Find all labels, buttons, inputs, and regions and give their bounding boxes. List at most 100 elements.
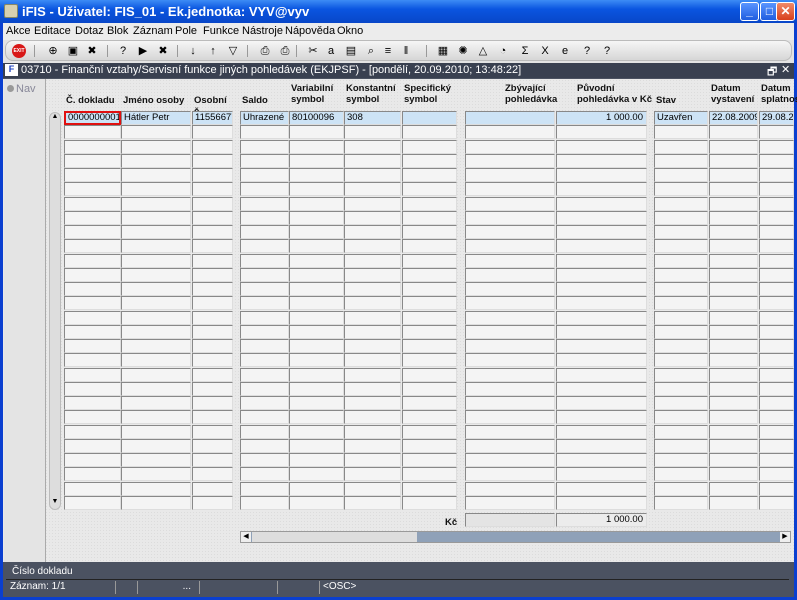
table-cell-empty[interactable] [465,310,555,325]
table-cell-empty[interactable] [121,225,191,239]
table-cell-empty[interactable] [240,282,289,296]
table-cell-empty[interactable] [344,125,401,140]
table-cell-empty[interactable] [556,125,647,140]
table-cell-empty[interactable] [759,153,794,168]
table-cell-empty[interactable] [289,424,344,439]
table-cell-empty[interactable] [240,253,289,268]
table-cell[interactable]: 11556677 [192,111,233,125]
table-cell-empty[interactable] [654,267,708,282]
table-cell-empty[interactable] [64,453,121,467]
table-cell-empty[interactable] [654,296,708,311]
table-cell-empty[interactable] [759,381,794,396]
table-cell-empty[interactable] [64,239,121,254]
table-cell-empty[interactable] [192,467,233,482]
table-cell-empty[interactable] [402,424,457,439]
table-cell[interactable]: 29.08.2009 [759,111,794,125]
table-cell-empty[interactable] [709,239,758,254]
table-cell-empty[interactable] [121,253,191,268]
table-cell-empty[interactable] [402,410,457,425]
table-cell-empty[interactable] [344,168,401,182]
table-cell[interactable]: 1 000.00 [556,111,647,125]
table-cell-empty[interactable] [402,453,457,467]
table-cell-empty[interactable] [556,153,647,168]
table-cell-empty[interactable] [709,396,758,410]
table-cell-empty[interactable] [465,182,555,197]
table-cell[interactable]: Uzavřen [654,111,708,125]
table-cell-empty[interactable] [465,296,555,311]
table-cell-empty[interactable] [465,339,555,353]
table-cell-empty[interactable] [465,495,555,510]
table-cell-empty[interactable] [709,339,758,353]
table-cell-empty[interactable] [64,424,121,439]
table-cell-empty[interactable] [402,196,457,211]
table-cell-empty[interactable] [240,267,289,282]
table-cell-empty[interactable] [344,210,401,225]
table-cell-empty[interactable] [289,267,344,282]
table-cell-empty[interactable] [64,353,121,368]
table-cell-empty[interactable] [240,453,289,467]
settings-icon[interactable]: ✺ [456,44,470,58]
print-icon[interactable]: ⎙ [258,44,272,58]
table-cell-empty[interactable] [709,381,758,396]
table-cell-empty[interactable] [192,225,233,239]
table-cell-empty[interactable] [759,438,794,453]
list-icon[interactable]: ≡ [381,44,395,58]
table-cell-empty[interactable] [402,438,457,453]
table-cell-empty[interactable] [759,168,794,182]
table-cell-empty[interactable] [192,438,233,453]
table-cell-empty[interactable] [402,367,457,382]
table-cell-empty[interactable] [654,210,708,225]
query-enter-icon[interactable]: ? [116,44,130,58]
table-cell-empty[interactable] [192,324,233,339]
table-cell-empty[interactable] [240,225,289,239]
table-cell-empty[interactable] [344,381,401,396]
table-cell-empty[interactable] [289,139,344,154]
table-cell-empty[interactable] [121,296,191,311]
new-record-icon[interactable]: ⊕ [46,44,60,58]
table-cell-empty[interactable] [289,339,344,353]
table-cell-empty[interactable] [654,239,708,254]
table-cell-empty[interactable] [344,481,401,496]
menu-nastroje[interactable]: Nástroje [242,25,283,37]
table-cell-empty[interactable] [709,296,758,311]
table-cell-empty[interactable] [121,153,191,168]
table-cell-empty[interactable] [402,481,457,496]
close-button[interactable]: ✕ [776,2,795,21]
table-cell-empty[interactable] [759,396,794,410]
help-user-icon[interactable]: ? [580,44,594,58]
table-cell-empty[interactable] [654,424,708,439]
table-cell-empty[interactable] [556,467,647,482]
table-cell-empty[interactable] [402,381,457,396]
print-setup-icon[interactable]: ⎙ [278,44,292,58]
table-cell[interactable]: 308 [344,111,401,125]
table-cell-empty[interactable] [465,225,555,239]
table-cell-empty[interactable] [121,324,191,339]
table-cell-empty[interactable] [240,196,289,211]
table-cell-empty[interactable] [344,453,401,467]
table-cell-empty[interactable] [240,424,289,439]
table-cell-empty[interactable] [289,410,344,425]
scrollbar-thumb[interactable] [252,532,417,542]
table-cell[interactable] [402,111,457,125]
table-cell-empty[interactable] [654,324,708,339]
menu-zaznam[interactable]: Záznam [133,25,173,37]
table-cell-empty[interactable] [556,210,647,225]
table-cell-empty[interactable] [402,125,457,140]
table-cell-empty[interactable] [465,438,555,453]
table-cell-empty[interactable] [654,453,708,467]
browser-icon[interactable]: e [558,44,572,58]
columns-icon[interactable]: ‖ [399,44,413,58]
table-cell-empty[interactable] [709,182,758,197]
table-cell-empty[interactable] [402,182,457,197]
table-cell-empty[interactable] [709,353,758,368]
table-cell-empty[interactable] [289,182,344,197]
table-cell[interactable]: Uhrazené [240,111,289,125]
table-cell-empty[interactable] [121,367,191,382]
table-cell-empty[interactable] [654,139,708,154]
table-cell-empty[interactable] [556,410,647,425]
table-cell-empty[interactable] [556,495,647,510]
table-cell-empty[interactable] [64,495,121,510]
table-cell-empty[interactable] [240,438,289,453]
paste-icon[interactable]: ▤ [344,44,358,58]
table-cell-empty[interactable] [759,225,794,239]
